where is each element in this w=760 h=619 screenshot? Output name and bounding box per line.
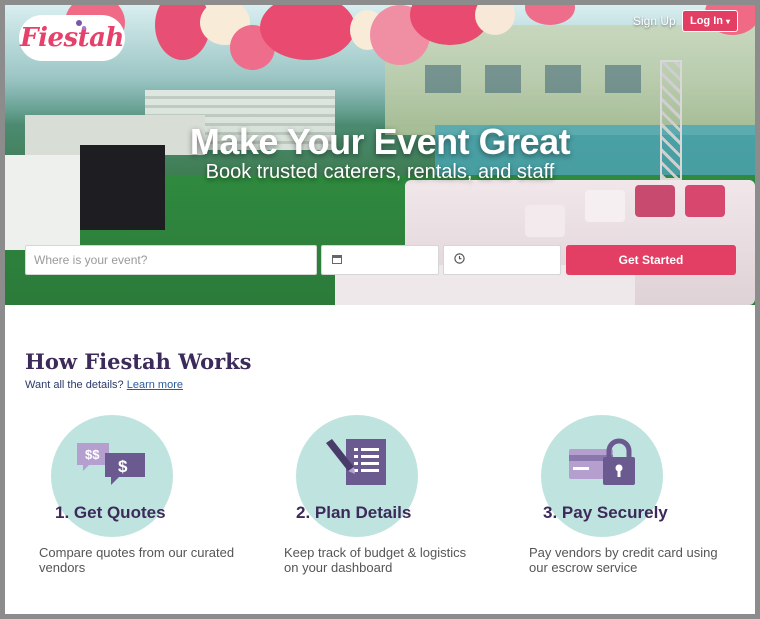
details-prompt: Want all the details? bbox=[25, 379, 124, 391]
page-frame: Fiestah Sign Up Log In ▾ Make Your Event… bbox=[5, 5, 755, 614]
step-title: 3. Pay Securely bbox=[543, 503, 668, 522]
quotes-chat-icon: $$ $ bbox=[75, 441, 151, 494]
pen-document-icon bbox=[324, 437, 388, 494]
logo-text: Fiestah bbox=[20, 23, 124, 53]
calendar-icon bbox=[332, 254, 342, 267]
how-it-works-title: How Fiestah Works bbox=[25, 349, 252, 374]
event-location-input[interactable] bbox=[25, 245, 317, 275]
event-date-field[interactable] bbox=[321, 245, 439, 275]
step-title: 2. Plan Details bbox=[296, 503, 412, 522]
hero-banner: Fiestah Sign Up Log In ▾ Make Your Event… bbox=[5, 5, 755, 305]
clock-icon bbox=[454, 253, 465, 267]
credit-card-lock-icon bbox=[567, 437, 639, 494]
svg-text:$$: $$ bbox=[85, 447, 100, 462]
step-title: 1. Get Quotes bbox=[55, 503, 166, 522]
svg-text:$: $ bbox=[118, 457, 128, 476]
event-time-field[interactable] bbox=[443, 245, 561, 275]
get-started-button[interactable]: Get Started bbox=[566, 245, 736, 275]
step-description: Pay vendors by credit card using our esc… bbox=[529, 545, 718, 575]
step-description: Keep track of budget & logistics on your… bbox=[284, 545, 467, 575]
caret-down-icon: ▾ bbox=[725, 16, 730, 26]
learn-more-link[interactable]: Learn more bbox=[127, 379, 183, 391]
step-description: Compare quotes from our curated vendors bbox=[39, 545, 235, 575]
login-button[interactable]: Log In ▾ bbox=[682, 10, 738, 32]
hero-subtitle: Book trusted caterers, rentals, and staf… bbox=[205, 161, 555, 183]
logo-dot bbox=[82, 26, 86, 30]
hero-title: Make Your Event Great bbox=[189, 121, 571, 162]
fiestah-logo[interactable]: Fiestah bbox=[19, 15, 125, 61]
how-it-works-subtitle: Want all the details? Learn more bbox=[25, 379, 183, 391]
login-label: Log In bbox=[689, 15, 723, 27]
signup-link[interactable]: Sign Up bbox=[633, 14, 676, 28]
logo-dot bbox=[76, 20, 82, 26]
